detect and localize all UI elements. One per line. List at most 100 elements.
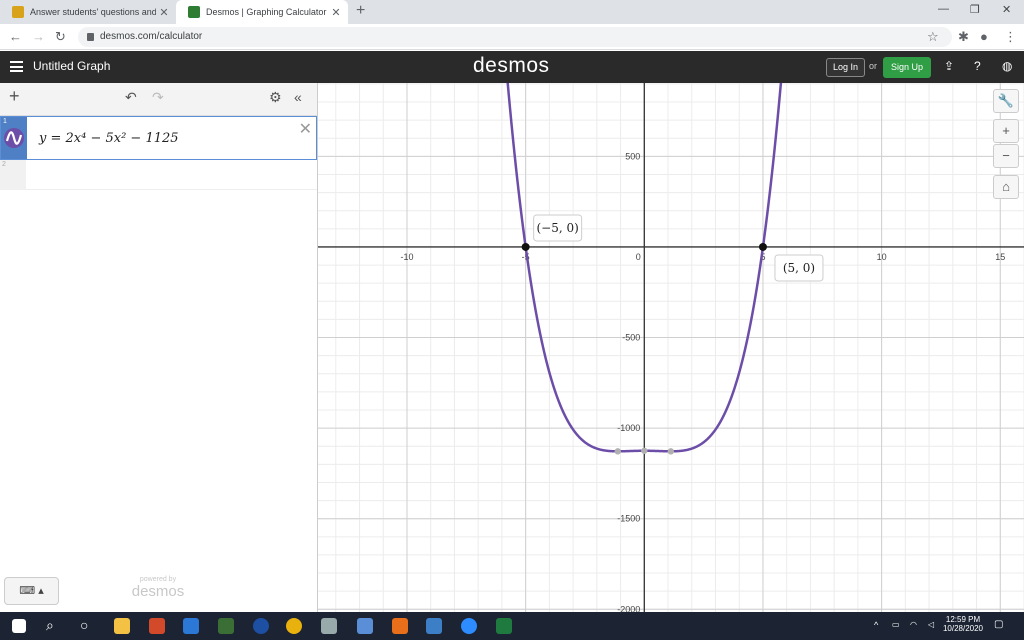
signup-button[interactable]: Sign Up	[883, 57, 932, 78]
desmos-favicon-icon	[188, 6, 200, 18]
expression-number: 2	[2, 161, 6, 168]
x-tick-label: 15	[995, 252, 1005, 262]
hamburger-menu-icon[interactable]	[10, 61, 23, 72]
close-tab-icon[interactable]: ✕	[328, 6, 344, 19]
collapse-panel-icon[interactable]: «	[294, 89, 302, 105]
graph-canvas[interactable]: -10 -5 0 5 10 15-2000-1500-1000-500500(−5, 0)…	[318, 83, 1024, 612]
curve-color-icon[interactable]	[4, 128, 24, 148]
y-tick-label: 500	[625, 151, 640, 161]
bookmark-star-icon[interactable]: ☆	[927, 29, 939, 45]
notifications-icon[interactable]: ▢	[994, 619, 1003, 630]
undo-icon[interactable]: ↶	[125, 89, 137, 106]
forward-icon[interactable]: →	[32, 29, 45, 44]
tray-chevron-icon[interactable]: ^	[874, 620, 878, 630]
expression-index: 1	[1, 117, 27, 159]
powered-by-desmos: powered by desmos	[110, 576, 206, 600]
extremum-point	[614, 448, 621, 455]
expression-row-empty[interactable]: 2	[0, 160, 317, 190]
desmos-header: Untitled Graph desmos Log In or Sign Up …	[0, 51, 1024, 83]
share-icon[interactable]: ⇪	[944, 59, 954, 73]
expression-formula[interactable]: y = 2x⁴ − 5x² − 1125	[39, 131, 179, 146]
app-icon[interactable]	[253, 618, 269, 634]
task-view-icon[interactable]: ○	[80, 617, 88, 633]
app-icon[interactable]	[321, 618, 337, 634]
x-tick-label: 0	[636, 252, 641, 262]
reload-icon[interactable]: ↻	[55, 29, 66, 45]
powered-by-logo: desmos	[131, 583, 185, 600]
tab-answer-students[interactable]: Answer students' questions and ✕	[0, 0, 176, 24]
address-bar[interactable]: desmos.com/calculator	[78, 27, 952, 47]
intercept-point	[521, 242, 530, 251]
login-button[interactable]: Log In	[826, 58, 866, 77]
redo-icon[interactable]: ↷	[152, 89, 164, 106]
app-icon[interactable]	[149, 618, 165, 634]
clock-time: 12:59 PM	[945, 615, 981, 624]
expression-index: 2	[0, 160, 26, 190]
y-tick-label: -500	[622, 333, 640, 343]
close-window-icon[interactable]: ✕	[1002, 3, 1011, 16]
tray-network-icon[interactable]: ▭	[892, 620, 900, 629]
tab-title: Desmos | Graphing Calculator	[206, 7, 327, 17]
point-label: (5, 0)	[783, 261, 815, 275]
extremum-point	[641, 447, 648, 454]
clock[interactable]: 12:59 PM 10/28/2020	[940, 615, 986, 633]
zoom-out-icon[interactable]: −	[993, 144, 1019, 168]
point-label: (−5, 0)	[536, 221, 578, 235]
tray-wifi-icon[interactable]: ◠	[910, 620, 917, 629]
app-icon[interactable]	[426, 618, 442, 634]
expression-number: 1	[3, 118, 7, 125]
app-icon[interactable]	[357, 618, 373, 634]
graph-settings-wrench-icon[interactable]: 🔧	[993, 89, 1019, 113]
menu-kebab-icon[interactable]: ⋮	[1004, 29, 1017, 45]
zoom-in-icon[interactable]: +	[993, 119, 1019, 143]
settings-gear-icon[interactable]: ⚙	[269, 89, 282, 106]
browser-toolbar: ← → ↻ desmos.com/calculator ☆ ✱ ● ⋮	[0, 24, 1024, 50]
keyboard-icon: ⌨	[19, 585, 36, 597]
expression-panel: + ↶ ↷ ⚙ « 1 y = 2x⁴ − 5x² − 1125 ✕ 2 ⌨ ▴…	[0, 83, 318, 612]
powered-by-text: powered by	[139, 576, 177, 583]
keyboard-toggle-button[interactable]: ⌨ ▴	[4, 577, 59, 605]
excel-icon[interactable]	[496, 618, 512, 634]
extremum-point	[667, 448, 675, 455]
windows-taskbar: ⌕ ○ ^ ▭ ◠ ◁ 12:59 PM 10/28/2020 ▢	[0, 612, 1024, 640]
file-explorer-icon[interactable]	[114, 618, 130, 634]
add-item-icon[interactable]: +	[9, 86, 20, 107]
minimize-icon[interactable]: —	[938, 3, 949, 15]
y-tick-label: -2000	[617, 604, 640, 612]
edge-icon[interactable]	[183, 618, 199, 634]
home-view-icon[interactable]: ⌂	[993, 175, 1019, 199]
caret-up-icon: ▴	[38, 585, 44, 597]
lock-icon	[87, 33, 94, 41]
tray-volume-icon[interactable]: ◁	[928, 620, 934, 629]
graph-paper[interactable]: -10 -5 0 5 10 15 -2000 -1500 -1000 -500 500 (−5, 0)…	[318, 83, 1024, 612]
windows-start-icon[interactable]	[12, 619, 26, 633]
close-tab-icon[interactable]: ✕	[156, 6, 172, 19]
search-icon[interactable]: ⌕	[46, 617, 54, 634]
expression-panel-toolbar: + ↶ ↷ ⚙ «	[0, 83, 317, 116]
y-tick-label: -1500	[617, 514, 640, 524]
or-label: or	[869, 61, 878, 71]
expression-row[interactable]: 1 y = 2x⁴ − 5x² − 1125 ✕	[0, 116, 317, 160]
help-icon[interactable]: ?	[974, 59, 981, 73]
url-text: desmos.com/calculator	[100, 31, 203, 42]
profile-icon[interactable]: ●	[980, 29, 988, 44]
restore-icon[interactable]: ❐	[970, 3, 980, 16]
new-tab-icon[interactable]: +	[356, 2, 365, 20]
chrome-icon[interactable]	[286, 618, 302, 634]
tab-favicon-icon	[12, 6, 24, 18]
intercept-point	[758, 242, 767, 251]
delete-expression-icon[interactable]: ✕	[299, 119, 312, 139]
tab-desmos[interactable]: Desmos | Graphing Calculator ✕	[176, 0, 348, 24]
y-tick-label: -1000	[617, 423, 640, 433]
back-icon[interactable]: ←	[9, 29, 22, 44]
zoom-app-icon[interactable]	[461, 618, 477, 634]
desmos-logo: desmos	[473, 54, 550, 77]
extensions-icon[interactable]: ✱	[958, 29, 969, 45]
app-icon[interactable]	[218, 618, 234, 634]
language-globe-icon[interactable]: ◍	[1002, 59, 1012, 73]
tab-title: Answer students' questions and	[30, 7, 156, 17]
clock-date: 10/28/2020	[942, 624, 984, 633]
app-icon[interactable]	[392, 618, 408, 634]
graph-title[interactable]: Untitled Graph	[33, 59, 110, 73]
browser-tab-strip: Answer students' questions and ✕ Desmos …	[0, 0, 1024, 24]
